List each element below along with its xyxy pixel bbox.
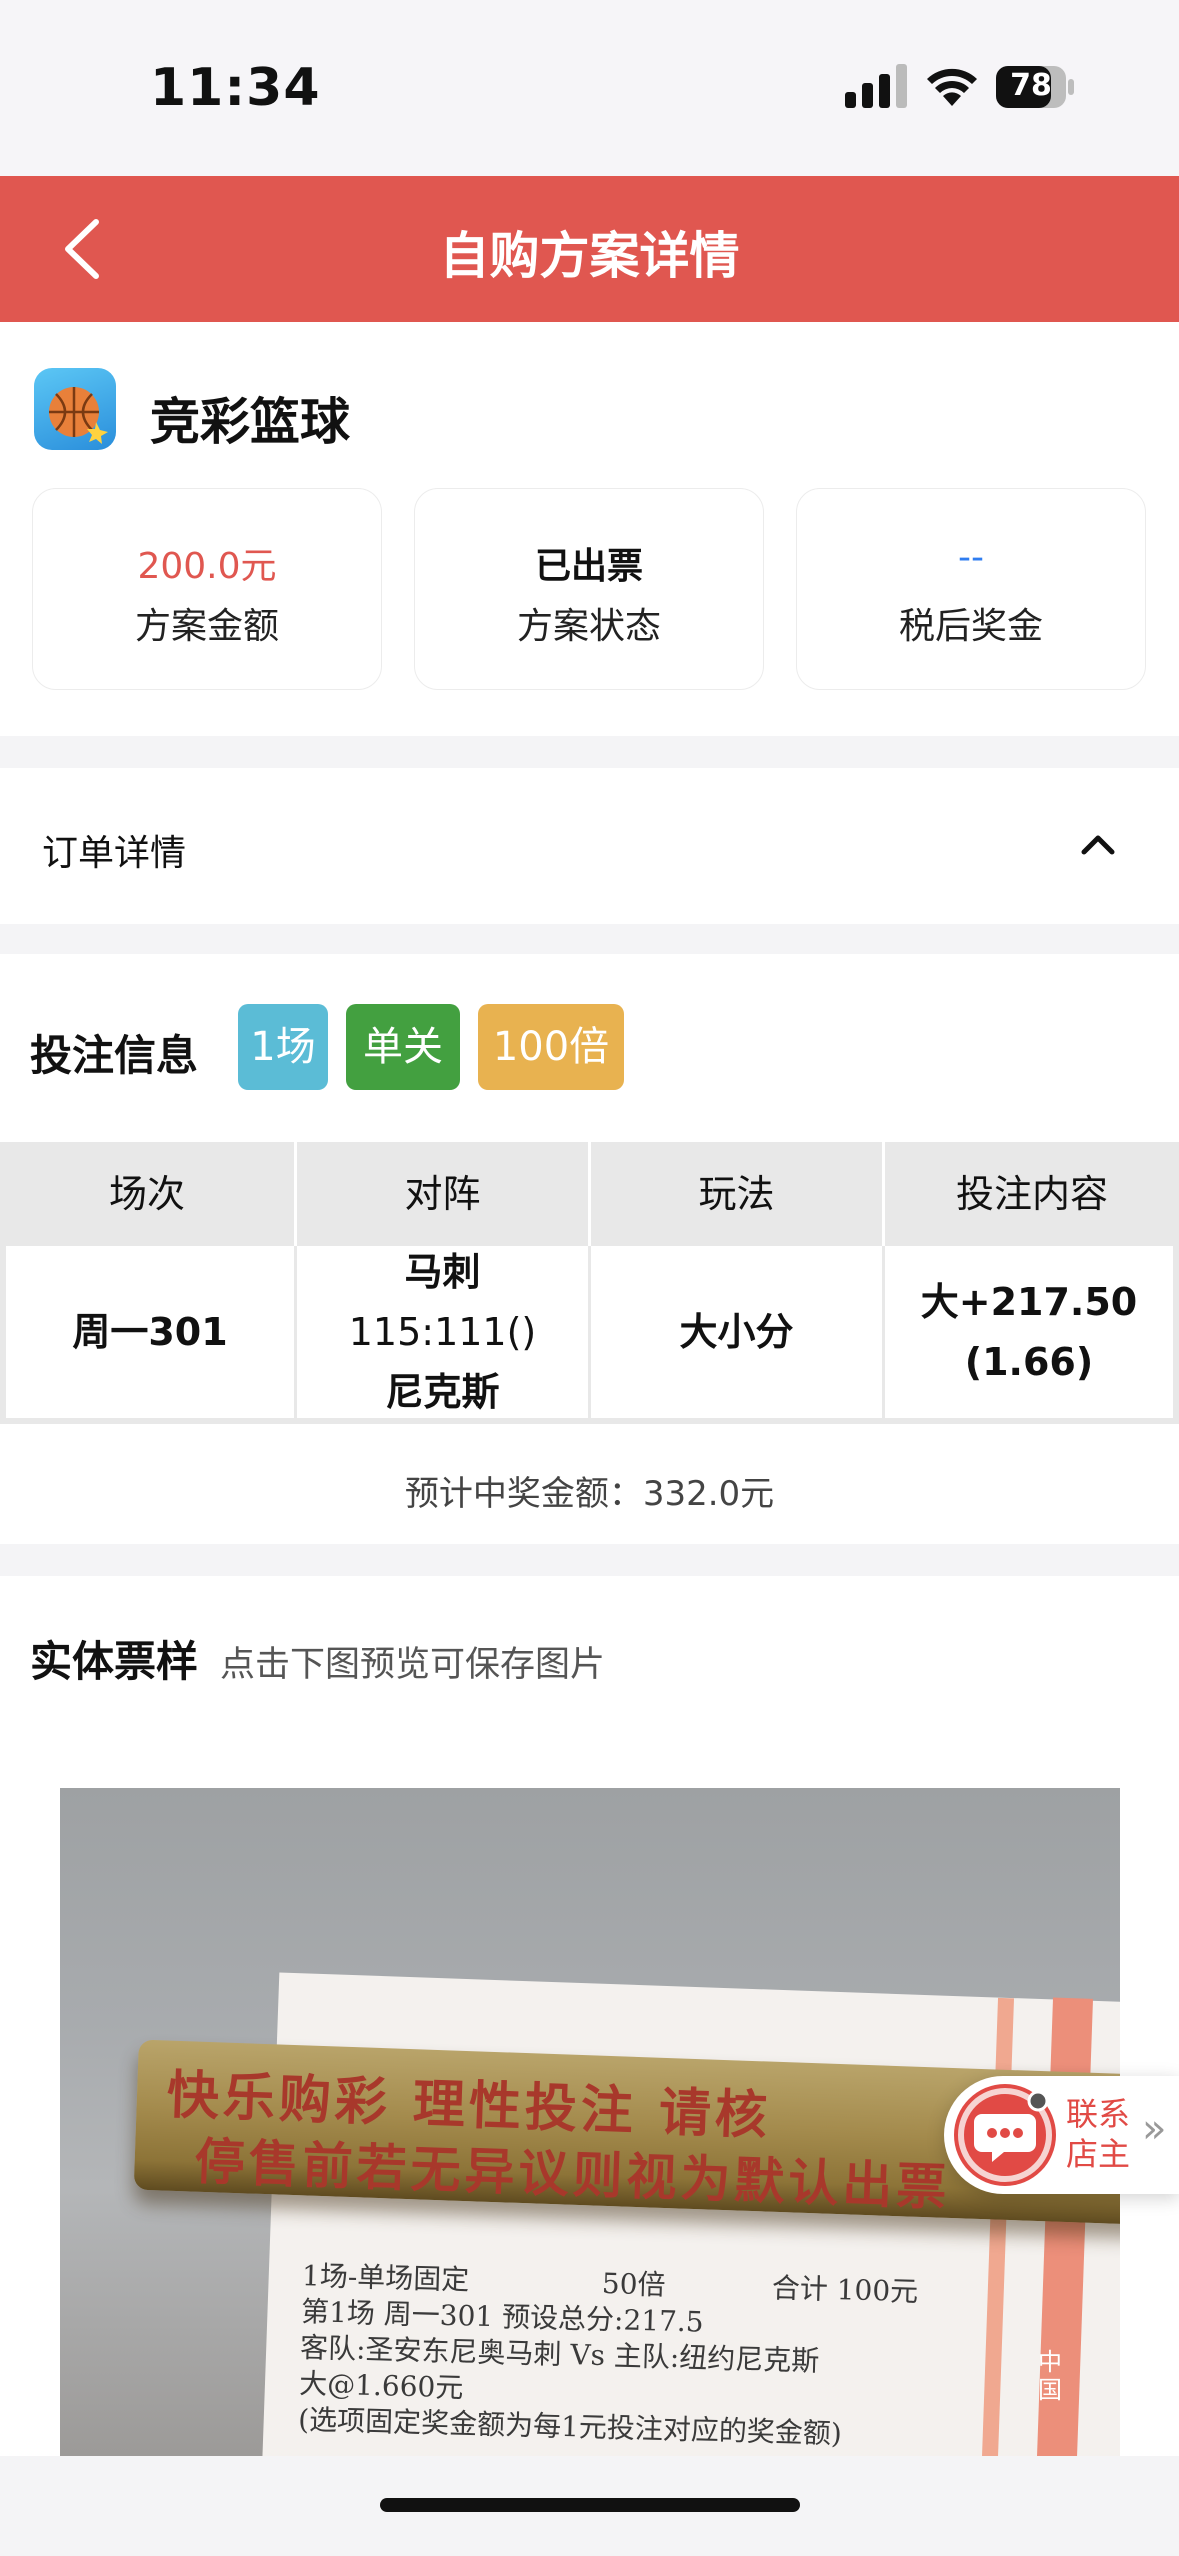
tag-match-count: 1场 [238, 1004, 328, 1090]
cell-play: 大小分 [591, 1246, 882, 1418]
lottery-name: 竞彩篮球 [150, 393, 350, 451]
header-teams: 对阵 [404, 1172, 481, 1216]
ticket-sample-title: 实体票样 [30, 1637, 199, 1686]
cell-teams: 马刺 115:111() 尼克斯 [297, 1246, 588, 1418]
bet-info-section: 投注信息 1场 单关 100倍 场次 对阵 玩法 投注内容 周一301 马刺 1… [0, 954, 1179, 1544]
plan-status-value: 已出票 [534, 546, 643, 587]
chat-bubble-icon [954, 2084, 1056, 2186]
expected-prize: 预计中奖金额：332.0元 [404, 1474, 775, 1514]
table-row: 周一301 马刺 115:111() 尼克斯 大小分 大+217.50 (1.6… [0, 1246, 1179, 1424]
battery-icon: 78 [996, 66, 1076, 108]
ticket-sample-hint: 点击下图预览可保存图片 [220, 1645, 606, 1685]
cellular-signal-icon [845, 64, 907, 108]
after-tax-prize-card: -- 税后奖金 [796, 488, 1146, 690]
plan-summary-section: 竞彩篮球 200.0元 方案金额 已出票 方案状态 -- 税后奖金 [0, 322, 1179, 736]
plan-amount-label: 方案金额 [134, 606, 279, 647]
ticket-text: 1场-单场固定 50倍 合计 100元 第1场 周一301 预设总分:217.5… [298, 2258, 1062, 2456]
wifi-icon [927, 68, 977, 106]
nav-bar: 自购方案详情 [0, 176, 1179, 322]
tag-multiplier: 100倍 [478, 1004, 624, 1090]
play-type: 大小分 [679, 1310, 794, 1354]
home-team: 尼克斯 [385, 1370, 500, 1414]
status-bar: 11:34 78 [0, 0, 1179, 176]
ticket-type: 1场-单场固定 [301, 2259, 470, 2297]
contact-label-line2: 店主 [1066, 2135, 1131, 2173]
match-no: 周一301 [72, 1310, 228, 1354]
ticket-sample-section: 实体票样 点击下图预览可保存图片 中国 快乐购彩 理性投注 请核 停售前若无异议… [0, 1576, 1179, 2556]
order-details-toggle[interactable]: 订单详情 [0, 768, 1179, 924]
status-time: 11:34 [150, 58, 321, 118]
after-tax-prize-label: 税后奖金 [898, 606, 1043, 647]
page-title: 自购方案详情 [439, 227, 740, 285]
battery-level: 78 [1010, 68, 1052, 103]
home-indicator[interactable] [380, 2498, 800, 2512]
header-play: 玩法 [698, 1172, 775, 1216]
away-team: 马刺 [404, 1250, 481, 1294]
score: 115:111() [348, 1310, 537, 1354]
plan-amount-card: 200.0元 方案金额 [32, 488, 382, 690]
bet-info-title: 投注信息 [30, 1031, 199, 1080]
basketball-icon [34, 368, 116, 450]
cell-bet-content: 大+217.50 (1.66) [885, 1246, 1173, 1418]
bet-table-header: 场次 对阵 玩法 投注内容 [0, 1142, 1179, 1246]
double-chevron-right-icon: » [1142, 2106, 1167, 2152]
header-bet-content: 投注内容 [955, 1172, 1108, 1216]
cell-match-no: 周一301 [6, 1246, 294, 1418]
home-indicator-area [0, 2456, 1179, 2556]
chevron-up-icon[interactable] [1078, 824, 1118, 864]
tag-single-pass: 单关 [346, 1004, 460, 1090]
plan-status-label: 方案状态 [516, 606, 661, 647]
contact-label-line1: 联系 [1066, 2095, 1131, 2133]
plan-status-card: 已出票 方案状态 [414, 488, 764, 690]
ticket-multiplier: 50倍 [601, 2266, 666, 2302]
ticket-total: 合计 100元 [771, 2271, 919, 2309]
header-match-no: 场次 [108, 1172, 185, 1216]
bet-odds: (1.66) [964, 1340, 1094, 1384]
order-details-title: 订单详情 [42, 833, 187, 874]
bet-selection: 大+217.50 [920, 1280, 1138, 1324]
plan-amount-value: 200.0元 [137, 546, 277, 587]
contact-shop-owner-button[interactable]: 联系 店主 » [944, 2076, 1179, 2194]
after-tax-prize-value: -- [958, 537, 984, 578]
contact-label: 联系 店主 [1066, 2094, 1136, 2174]
